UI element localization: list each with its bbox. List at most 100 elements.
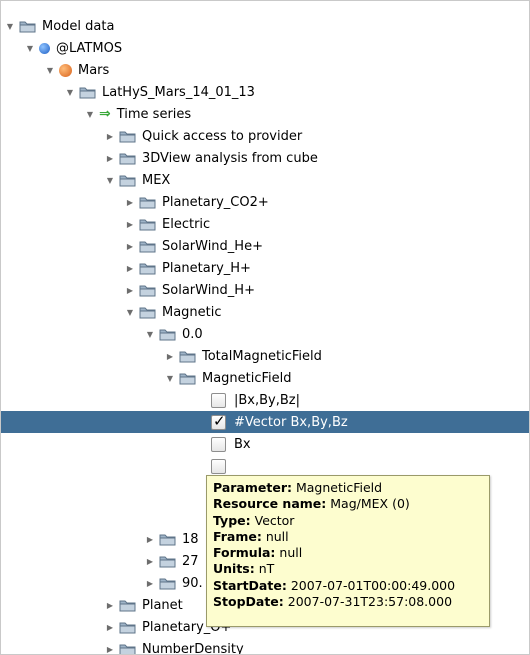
folder-icon: [19, 19, 36, 33]
folder-icon: [179, 349, 196, 363]
tree-node-label: NumberDensity: [142, 641, 244, 655]
tree-leaf-abs-b[interactable]: |Bx,By,Bz|: [1, 389, 529, 411]
tree-node-label: Quick access to provider: [142, 128, 303, 144]
tree-node-label: MagneticField: [202, 370, 292, 386]
expanded-arrow-icon[interactable]: ▼: [85, 110, 95, 119]
collapsed-arrow-icon[interactable]: ▶: [125, 286, 135, 295]
collapsed-arrow-icon[interactable]: ▶: [145, 535, 155, 544]
parameter-tooltip: Parameter: MagneticField Resource name: …: [206, 475, 490, 627]
expanded-arrow-icon[interactable]: ▼: [45, 66, 55, 75]
tree-node-label: Planetary_CO2+: [162, 194, 269, 210]
expanded-arrow-icon[interactable]: ▼: [125, 308, 135, 317]
mars-planet-icon: [59, 63, 72, 77]
tree-node-lathys[interactable]: ▼ LatHyS_Mars_14_01_13: [1, 81, 529, 103]
tooltip-resource-line: Resource name: Mag/MEX (0): [213, 496, 410, 512]
tooltip-stopdate-line: StopDate: 2007-07-31T23:57:08.000: [213, 594, 453, 610]
parameter-checkbox[interactable]: [211, 458, 226, 474]
tree-node-mars[interactable]: ▼ Mars: [1, 59, 529, 81]
tree-node-label: Planet: [142, 597, 183, 613]
collapsed-arrow-icon[interactable]: ▶: [145, 557, 155, 566]
model-data-tree[interactable]: ▼ Model data ▼ @LATMOS ▼ Mars ▼ LatHyS_M…: [0, 0, 530, 655]
tree-leaf-vector-b[interactable]: #Vector Bx,By,Bz: [1, 411, 529, 433]
tree-node-planetary-h[interactable]: ▶ Planetary_H+: [1, 257, 529, 279]
collapsed-arrow-icon[interactable]: ▶: [125, 198, 135, 207]
collapsed-arrow-icon[interactable]: ▶: [125, 220, 135, 229]
tree-leaf-bx[interactable]: Bx: [1, 433, 529, 455]
collapsed-arrow-icon[interactable]: ▶: [105, 154, 115, 163]
tree-node-3dview[interactable]: ▶ 3DView analysis from cube: [1, 147, 529, 169]
folder-icon: [159, 554, 176, 568]
tooltip-frame-line: Frame: null: [213, 528, 289, 544]
expanded-arrow-icon[interactable]: ▼: [25, 44, 35, 53]
folder-icon: [119, 129, 136, 143]
tree-node-planetary-co2[interactable]: ▶ Planetary_CO2+: [1, 191, 529, 213]
tree-node-label: Planetary_H+: [162, 260, 251, 276]
folder-icon: [119, 642, 136, 654]
time-series-arrow-icon: ⇒: [99, 106, 111, 122]
folder-icon: [159, 327, 176, 341]
tree-node-label: 0.0: [182, 326, 203, 342]
folder-icon: [119, 620, 136, 634]
tooltip-formula-line: Formula: null: [213, 545, 303, 561]
parameter-checkbox[interactable]: [211, 412, 226, 430]
collapsed-arrow-icon[interactable]: ▶: [105, 601, 115, 610]
tree-node-label: TotalMagneticField: [202, 348, 322, 364]
tooltip-type-line: Type: Vector: [213, 512, 295, 528]
folder-icon: [139, 283, 156, 297]
tree-leaf-by[interactable]: [1, 455, 529, 477]
tree-node-latmos[interactable]: ▼ @LATMOS: [1, 37, 529, 59]
folder-icon: [139, 195, 156, 209]
expanded-arrow-icon[interactable]: ▼: [145, 330, 155, 339]
folder-icon: [179, 371, 196, 385]
folder-icon: [159, 532, 176, 546]
collapsed-arrow-icon[interactable]: ▶: [105, 645, 115, 654]
tree-node-total-magnetic-field[interactable]: ▶ TotalMagneticField: [1, 345, 529, 367]
expanded-arrow-icon[interactable]: ▼: [5, 22, 15, 31]
tree-node-label: 3DView analysis from cube: [142, 150, 318, 166]
tree-node-label: LatHyS_Mars_14_01_13: [102, 84, 255, 100]
parameter-checkbox[interactable]: [211, 392, 226, 408]
tree-node-label: #Vector Bx,By,Bz: [234, 414, 348, 430]
tree-node-label: @LATMOS: [56, 40, 123, 56]
tree-node-label: SolarWind_He+: [162, 238, 263, 254]
latmos-icon: [39, 42, 50, 54]
tree-node-time-series[interactable]: ▼ ⇒ Time series: [1, 103, 529, 125]
collapsed-arrow-icon[interactable]: ▶: [145, 579, 155, 588]
expanded-arrow-icon[interactable]: ▼: [65, 88, 75, 97]
expanded-arrow-icon[interactable]: ▼: [105, 176, 115, 185]
tree-node-model-data[interactable]: ▼ Model data: [1, 15, 529, 37]
tree-node-electric[interactable]: ▶ Electric: [1, 213, 529, 235]
folder-icon: [139, 305, 156, 319]
tree-node-label: Bx: [234, 436, 251, 452]
tooltip-startdate-line: StartDate: 2007-07-01T00:00:49.000: [213, 577, 456, 593]
collapsed-arrow-icon[interactable]: ▶: [165, 352, 175, 361]
tree-node-label: MEX: [142, 172, 171, 188]
tree-node-label: Magnetic: [162, 304, 222, 320]
folder-icon: [139, 239, 156, 253]
tree-node-0-0[interactable]: ▼ 0.0: [1, 323, 529, 345]
expanded-arrow-icon[interactable]: ▼: [165, 374, 175, 383]
folder-icon: [79, 85, 96, 99]
tree-node-magnetic[interactable]: ▼ Magnetic: [1, 301, 529, 323]
tree-node-label: Time series: [116, 106, 192, 122]
tree-node-solarwind-h[interactable]: ▶ SolarWind_H+: [1, 279, 529, 301]
collapsed-arrow-icon[interactable]: ▶: [105, 623, 115, 632]
tree-node-label: Model data: [42, 18, 115, 34]
tree-node-label: 18: [182, 531, 199, 547]
tooltip-parameter-line: Parameter: MagneticField: [213, 480, 383, 495]
parameter-checkbox[interactable]: [211, 436, 226, 452]
collapsed-arrow-icon[interactable]: ▶: [125, 264, 135, 273]
folder-icon: [159, 576, 176, 590]
tree-node-quick-access[interactable]: ▶ Quick access to provider: [1, 125, 529, 147]
collapsed-arrow-icon[interactable]: ▶: [125, 242, 135, 251]
tree-node-number-density[interactable]: ▶ NumberDensity: [1, 638, 529, 655]
tree-node-solarwind-he[interactable]: ▶ SolarWind_He+: [1, 235, 529, 257]
tree-node-label: SolarWind_H+: [162, 282, 255, 298]
tree-node-label: 90.: [182, 575, 203, 591]
folder-icon: [119, 173, 136, 187]
tree-node-magnetic-field[interactable]: ▼ MagneticField: [1, 367, 529, 389]
tooltip-units-line: Units: nT: [213, 561, 275, 577]
tree-node-mex[interactable]: ▼ MEX: [1, 169, 529, 191]
tree-node-label: Electric: [162, 216, 211, 232]
collapsed-arrow-icon[interactable]: ▶: [105, 132, 115, 141]
